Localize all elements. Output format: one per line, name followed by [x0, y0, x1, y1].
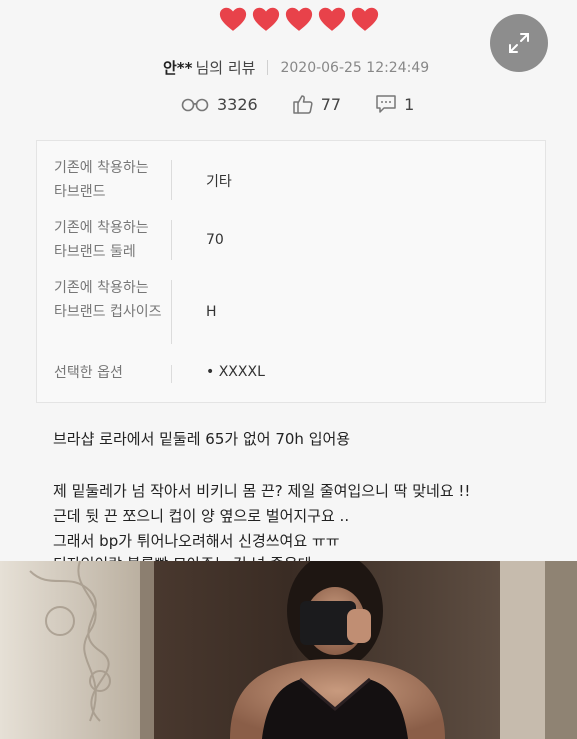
comments-count: 1	[404, 94, 415, 114]
review-date: 2020-06-25 12:24:49	[280, 59, 430, 76]
expand-icon	[509, 33, 529, 53]
review-meta: 안** 님의 리뷰 2020-06-25 12:24:49	[163, 57, 429, 78]
heart-icon	[219, 7, 247, 31]
info-label: 기존에 착용하는 타브랜드 컵사이즈	[54, 280, 162, 320]
likes-stat[interactable]: 77	[292, 93, 341, 115]
heart-icon	[318, 7, 346, 31]
glasses-icon	[181, 98, 209, 112]
info-value: 기타	[206, 174, 232, 190]
views-stat: 3326	[180, 95, 258, 114]
reviewer-suffix: 님의 리뷰	[195, 59, 256, 77]
review-photo-image	[0, 561, 577, 739]
heart-icon	[351, 7, 379, 31]
meta-divider	[267, 60, 269, 75]
review-stats: 3326 77 1	[180, 93, 448, 115]
heart-icon	[252, 7, 280, 31]
rating-hearts	[218, 4, 380, 34]
info-divider	[171, 160, 172, 200]
review-photo[interactable]	[0, 561, 577, 739]
review-line: 근데 뒷 끈 쪼으니 컵이 양 옆으로 벌어지구요 ..	[53, 507, 350, 525]
info-divider	[171, 365, 172, 383]
review-line: 제 밑둘레가 넘 작아서 비키니 몸 끈? 제일 줄여입으니 딱 맞네요 !!	[53, 482, 471, 500]
fit-info-box: 기존에 착용하는 타브랜드 기타 기존에 착용하는 타브랜드 둘레 70 기존에…	[36, 140, 546, 403]
comment-icon	[376, 95, 396, 113]
review-line: 브라샵 로라에서 밑둘레 65가 없어 70h 입어용	[53, 430, 351, 448]
info-label: 선택한 옵션	[54, 365, 123, 381]
expand-button[interactable]	[490, 14, 548, 72]
views-count: 3326	[217, 94, 258, 114]
info-label: 기존에 착용하는 타브랜드	[54, 160, 149, 200]
likes-count: 77	[320, 94, 342, 114]
heart-icon	[285, 7, 313, 31]
thumbs-up-icon	[292, 95, 313, 114]
review-line: 그래서 bp가 튀어나오려해서 신경쓰여요 ㅠㅠ	[53, 532, 340, 550]
info-label: 기존에 착용하는 타브랜드 둘레	[54, 220, 149, 260]
info-divider	[171, 220, 172, 260]
reviewer-name: 안**	[163, 59, 193, 77]
info-value: • XXXXL	[206, 364, 265, 380]
comments-stat[interactable]: 1	[375, 94, 414, 114]
info-value: 70	[206, 232, 224, 248]
info-divider	[171, 280, 172, 344]
info-value: H	[206, 304, 217, 320]
